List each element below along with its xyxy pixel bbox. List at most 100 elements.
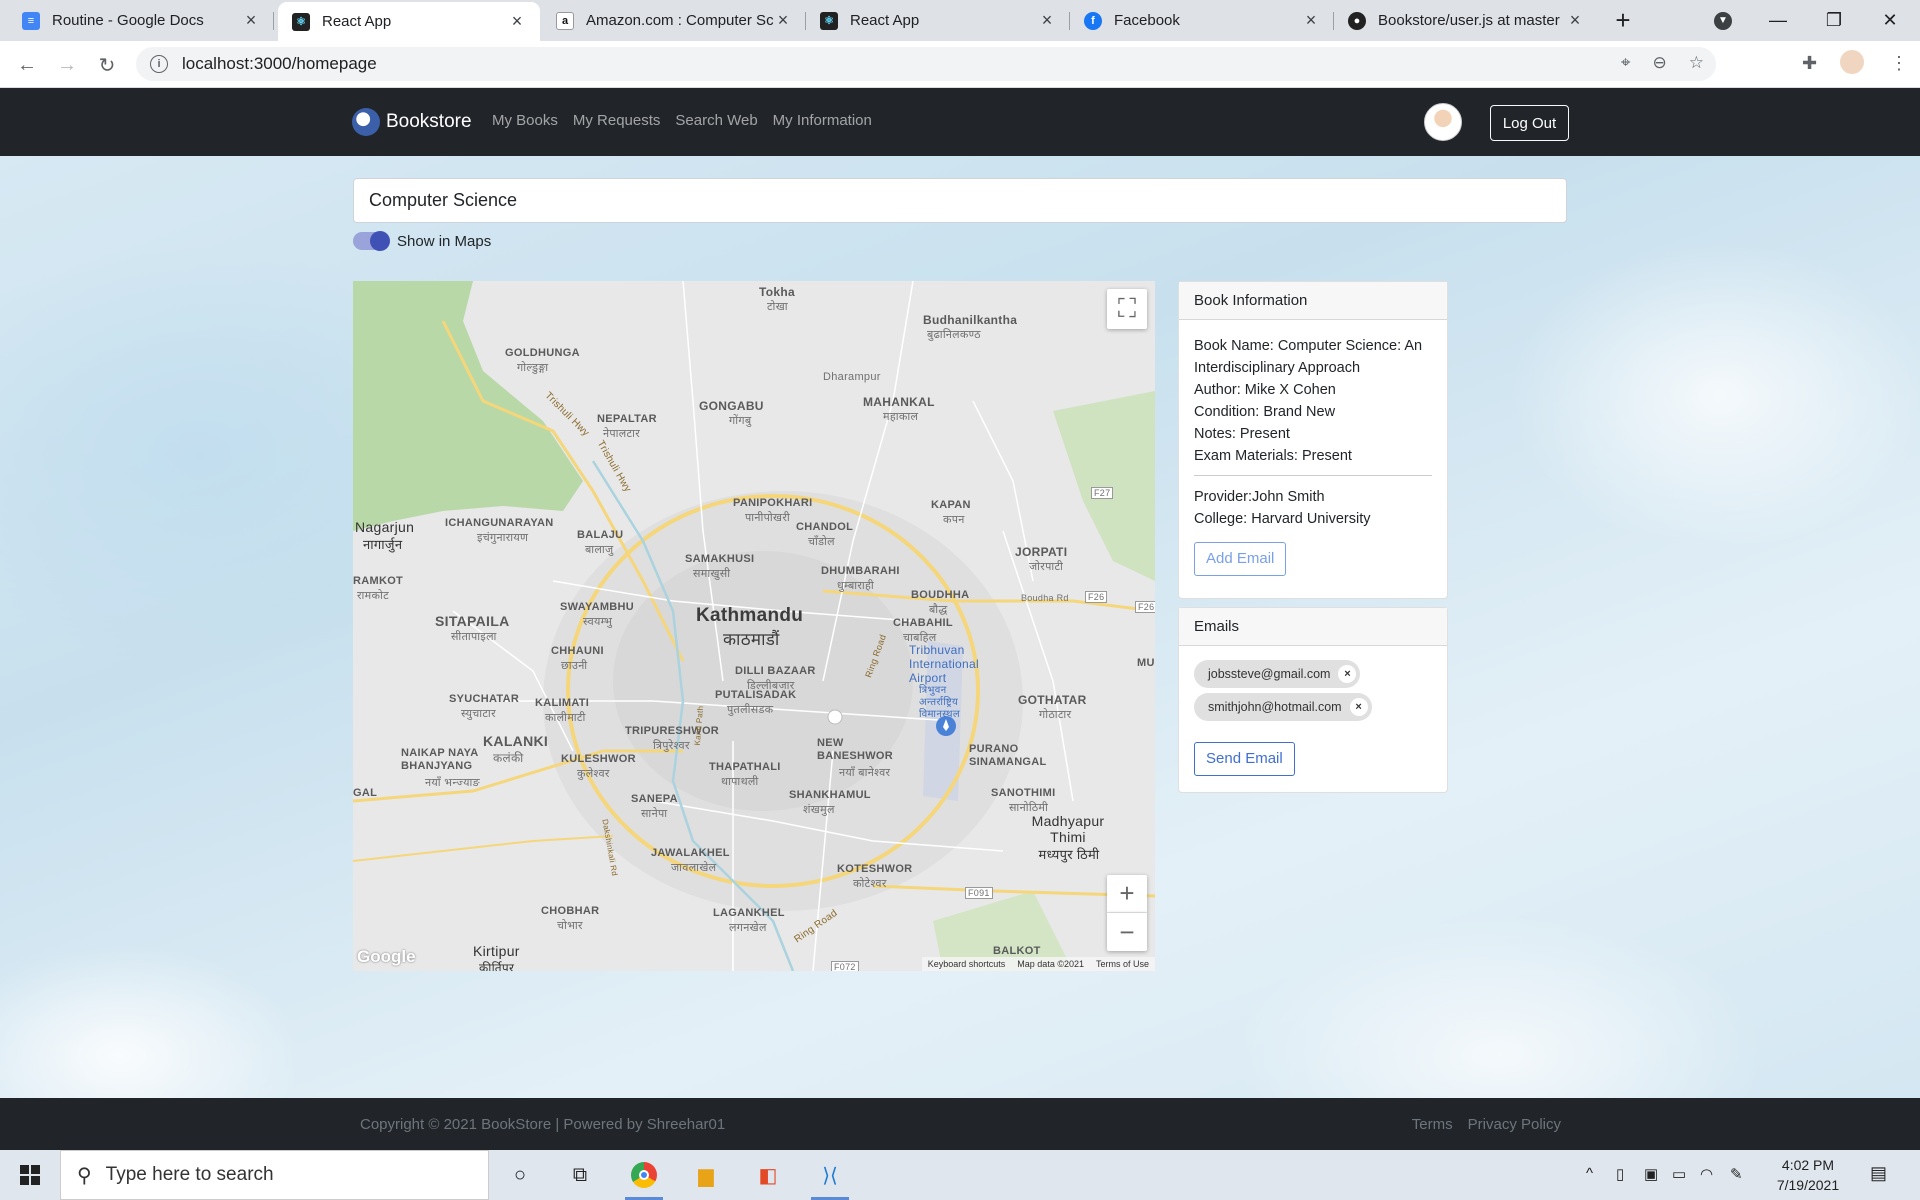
map-label: जोरपाटी bbox=[1029, 561, 1064, 573]
search-icon: ⚲ bbox=[77, 1164, 92, 1187]
email-chip: jobssteve@gmail.com × bbox=[1194, 660, 1361, 688]
extensions-icon[interactable]: ✚ bbox=[1802, 53, 1817, 74]
zoom-icon[interactable]: ⊖ bbox=[1653, 53, 1667, 73]
map-label: NEW BANESHWOR bbox=[817, 737, 894, 762]
terms-of-use-link[interactable]: Terms of Use bbox=[1096, 959, 1149, 969]
menu-kebab-icon[interactable]: ⋮ bbox=[1890, 53, 1908, 74]
keyboard-shortcuts-link[interactable]: Keyboard shortcuts bbox=[928, 959, 1006, 969]
browser-tab[interactable]: ≡ Routine - Google Docs × bbox=[8, 0, 274, 41]
chrome-icon[interactable] bbox=[619, 1150, 669, 1200]
tab-search-icon[interactable]: ▼ bbox=[1695, 0, 1751, 41]
forward-icon[interactable]: → bbox=[52, 50, 82, 80]
windows-start-icon[interactable] bbox=[0, 1150, 60, 1200]
react-icon: ⚛ bbox=[292, 12, 310, 31]
map-label: स्युचाटार bbox=[461, 708, 496, 720]
zoom-out-button[interactable]: − bbox=[1107, 913, 1147, 951]
facebook-icon: f bbox=[1084, 11, 1102, 30]
new-tab-button[interactable]: + bbox=[1595, 0, 1651, 41]
map-label: Nagarjun bbox=[355, 519, 415, 535]
map-label: GOLDHUNGA bbox=[505, 347, 580, 359]
chip-delete-icon[interactable]: × bbox=[1349, 698, 1368, 716]
close-icon[interactable]: × bbox=[1038, 10, 1056, 31]
map-label: टोखा bbox=[767, 301, 788, 313]
notification-icon[interactable]: ▤ bbox=[1870, 1163, 1887, 1184]
map-label: DILLI BAZAAR bbox=[735, 665, 816, 677]
browser-tab[interactable]: ● Bookstore/user.js at master × bbox=[1334, 0, 1598, 41]
location-icon[interactable]: ⌖ bbox=[1621, 53, 1631, 73]
back-icon[interactable]: ← bbox=[12, 50, 42, 80]
tray-icon[interactable]: ▯ bbox=[1616, 1165, 1624, 1183]
map-label: कलंकी bbox=[493, 751, 524, 765]
amazon-icon: a bbox=[556, 11, 574, 30]
reload-icon[interactable]: ↻ bbox=[92, 50, 122, 80]
office-icon[interactable]: ◧ bbox=[743, 1150, 793, 1200]
cortana-icon[interactable]: ○ bbox=[495, 1150, 545, 1200]
map-label: GOTHATAR bbox=[1018, 693, 1087, 707]
chip-delete-icon[interactable]: × bbox=[1338, 665, 1357, 683]
browser-tab[interactable]: ⚛ React App × bbox=[806, 0, 1070, 41]
close-icon[interactable]: × bbox=[1566, 10, 1584, 31]
fullscreen-icon[interactable]: ⛶ bbox=[1107, 289, 1147, 329]
show-in-maps-toggle[interactable] bbox=[353, 231, 390, 251]
footer-link-terms[interactable]: Terms bbox=[1412, 1116, 1453, 1133]
map-label: PURANO SINAMANGAL bbox=[969, 743, 1047, 768]
road-shield: F091 bbox=[965, 887, 993, 899]
taskbar-clock[interactable]: 4:02 PM 7/19/2021 bbox=[1765, 1155, 1851, 1195]
map-label: SITAPAILA bbox=[435, 613, 510, 629]
react-icon: ⚛ bbox=[820, 11, 838, 30]
footer-link-privacy-policy[interactable]: Privacy Policy bbox=[1468, 1116, 1561, 1133]
card-header: Book Information bbox=[1179, 282, 1447, 320]
map-marker[interactable] bbox=[827, 709, 843, 725]
taskbar-search-input[interactable]: ⚲ Type here to search bbox=[60, 1150, 489, 1200]
file-explorer-icon[interactable]: ▆ bbox=[681, 1150, 731, 1200]
tray-icon[interactable]: ▣ bbox=[1644, 1165, 1658, 1183]
pen-icon[interactable]: ✎ bbox=[1730, 1165, 1743, 1183]
bookmark-star-icon[interactable]: ☆ bbox=[1689, 53, 1704, 73]
google-docs-icon: ≡ bbox=[22, 11, 40, 30]
zoom-in-button[interactable]: + bbox=[1107, 875, 1147, 913]
browser-tab[interactable]: a Amazon.com : Computer Sc × bbox=[542, 0, 806, 41]
close-icon[interactable]: × bbox=[242, 10, 260, 31]
nav-link-my-requests[interactable]: My Requests bbox=[573, 112, 661, 129]
close-window-button[interactable]: ✕ bbox=[1860, 0, 1920, 41]
map-label: KALIMATI bbox=[535, 697, 590, 709]
browser-tab-active[interactable]: ⚛ React App × bbox=[278, 2, 540, 41]
brand[interactable]: Bookstore bbox=[352, 108, 472, 136]
map-label: धुम्बाराही bbox=[837, 580, 875, 592]
map-label: PANIPOKHARI bbox=[733, 497, 813, 509]
nav-link-search-web[interactable]: Search Web bbox=[675, 112, 757, 129]
taskbar-search-placeholder: Type here to search bbox=[105, 1164, 274, 1185]
google-map[interactable]: Tokha टोखा Budhanilkantha बुढानिलकण्ठ GO… bbox=[353, 281, 1155, 971]
map-label: शंखमुल bbox=[803, 804, 835, 816]
map-label: BALAJU bbox=[577, 529, 624, 541]
info-icon[interactable]: i bbox=[150, 55, 168, 73]
logout-button[interactable]: Log Out bbox=[1490, 105, 1569, 141]
address-bar[interactable]: i localhost:3000/homepage ⌖ ⊖ ☆ bbox=[136, 47, 1716, 81]
close-icon[interactable]: × bbox=[774, 10, 792, 31]
card-header: Emails bbox=[1179, 608, 1447, 646]
map-label: रामकोट bbox=[357, 590, 389, 602]
map-label: थापाथली bbox=[721, 776, 759, 788]
map-label: नागार्जुन bbox=[363, 537, 403, 552]
send-email-button[interactable]: Send Email bbox=[1194, 742, 1295, 776]
close-icon[interactable]: × bbox=[508, 11, 526, 32]
map-label: MAHANKAL bbox=[863, 395, 935, 409]
restore-button[interactable]: ❐ bbox=[1804, 0, 1864, 41]
battery-icon[interactable]: ▭ bbox=[1672, 1165, 1686, 1183]
minimize-button[interactable]: — bbox=[1748, 0, 1808, 41]
task-view-icon[interactable]: ⧉ bbox=[555, 1150, 605, 1200]
add-email-button[interactable]: Add Email bbox=[1194, 542, 1287, 576]
map-label: RAMKOT bbox=[353, 575, 404, 587]
nav-link-my-books[interactable]: My Books bbox=[492, 112, 558, 129]
chevron-up-icon[interactable]: ^ bbox=[1586, 1165, 1593, 1182]
vscode-icon[interactable]: ⟩⟨ bbox=[805, 1150, 855, 1200]
google-logo[interactable]: Google bbox=[357, 947, 416, 967]
browser-tab[interactable]: f Facebook × bbox=[1070, 0, 1334, 41]
nav-link-my-information[interactable]: My Information bbox=[773, 112, 872, 129]
wifi-icon[interactable]: ◠ bbox=[1700, 1165, 1713, 1183]
profile-avatar-icon[interactable] bbox=[1840, 50, 1864, 74]
avatar[interactable] bbox=[1424, 103, 1462, 141]
close-icon[interactable]: × bbox=[1302, 10, 1320, 31]
tab-title: Routine - Google Docs bbox=[52, 12, 204, 29]
search-input[interactable]: Computer Science bbox=[353, 178, 1567, 223]
